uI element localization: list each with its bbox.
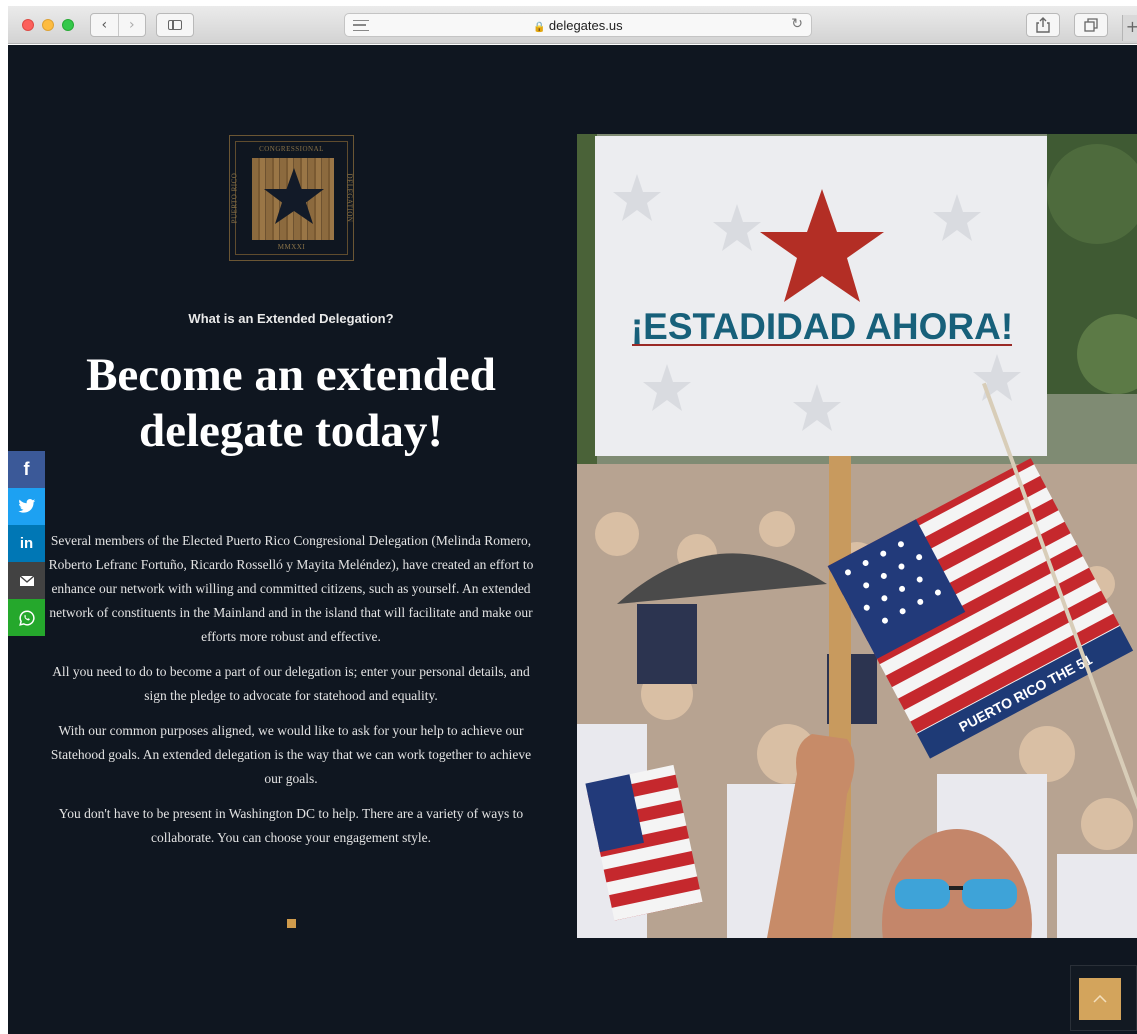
star-icon	[264, 168, 324, 224]
logo-text-left: PUERTO RICO	[230, 172, 239, 224]
new-tab-button[interactable]: +	[1122, 15, 1137, 41]
paragraph-intro: Several members of the Elected Puerto Ri…	[48, 533, 534, 644]
headline-line-2: delegate today!	[138, 405, 444, 457]
scroll-to-top-button[interactable]	[1079, 978, 1121, 1020]
address-bar[interactable]: 🔒 delegates.us ↻	[344, 13, 812, 37]
delegation-logo: CONGRESSIONAL PUERTO RICO DELEGATION MMX…	[229, 135, 354, 261]
whatsapp-icon	[18, 609, 35, 626]
email-share-button[interactable]	[8, 562, 45, 599]
share-button[interactable]	[1026, 13, 1060, 37]
twitter-share-button[interactable]	[8, 488, 45, 525]
browser-toolbar: ‹ › 🔒 delegates.us ↻ +	[8, 6, 1137, 44]
show-tabs-button[interactable]	[1074, 13, 1108, 37]
chevron-up-icon	[1093, 995, 1107, 1003]
rally-photo: ¡ESTADIDAD AHORA! PUERTO RICO THE 51	[577, 134, 1137, 938]
close-window-button[interactable]	[22, 19, 34, 31]
whatsapp-share-button[interactable]	[8, 599, 45, 636]
tabs-icon	[1084, 18, 1098, 32]
page-headline: Become an extended delegate today!	[8, 347, 574, 459]
social-share-bar: f in	[8, 451, 45, 636]
linkedin-share-button[interactable]: in	[8, 525, 45, 562]
page-content: CONGRESSIONAL PUERTO RICO DELEGATION MMX…	[8, 45, 1137, 1034]
reload-button[interactable]: ↻	[791, 16, 803, 32]
paragraph-engagement: You don't have to be present in Washingt…	[58, 806, 524, 845]
navigation-buttons: ‹ ›	[90, 13, 146, 37]
lock-icon: 🔒	[533, 22, 546, 33]
paragraph-how-to-join: All you need to do to become a part of o…	[52, 664, 530, 703]
logo-text-bottom: MMXXI	[277, 243, 306, 251]
rally-photo-image: ¡ESTADIDAD AHORA! PUERTO RICO THE 51	[577, 134, 1137, 938]
sidebar-toggle-button[interactable]	[156, 13, 194, 37]
sidebar-icon	[168, 20, 182, 30]
logo-text-right: DELEGATION	[345, 173, 354, 223]
minimize-window-button[interactable]	[42, 19, 54, 31]
forward-button[interactable]: ›	[117, 14, 146, 36]
sign-text: ¡ESTADIDAD AHORA!	[631, 306, 1013, 347]
paragraph-common-purpose: With our common purposes aligned, we wou…	[50, 723, 532, 786]
url-text: delegates.us	[548, 18, 623, 33]
logo-text-top: CONGRESSIONAL	[259, 145, 324, 153]
facebook-icon: f	[23, 459, 30, 479]
back-button[interactable]: ‹	[91, 14, 118, 36]
share-icon	[1036, 17, 1050, 33]
zoom-window-button[interactable]	[62, 19, 74, 31]
headline-line-1: Become an extended	[86, 349, 496, 401]
section-eyebrow: What is an Extended Delegation?	[188, 311, 394, 326]
linkedin-icon: in	[19, 535, 34, 552]
scroll-to-top-container	[1070, 965, 1137, 1031]
envelope-icon	[19, 575, 34, 586]
body-copy: Several members of the Elected Puerto Ri…	[46, 529, 536, 861]
twitter-icon	[17, 499, 35, 513]
slider-dot[interactable]	[287, 919, 296, 928]
facebook-share-button[interactable]: f	[8, 451, 45, 488]
